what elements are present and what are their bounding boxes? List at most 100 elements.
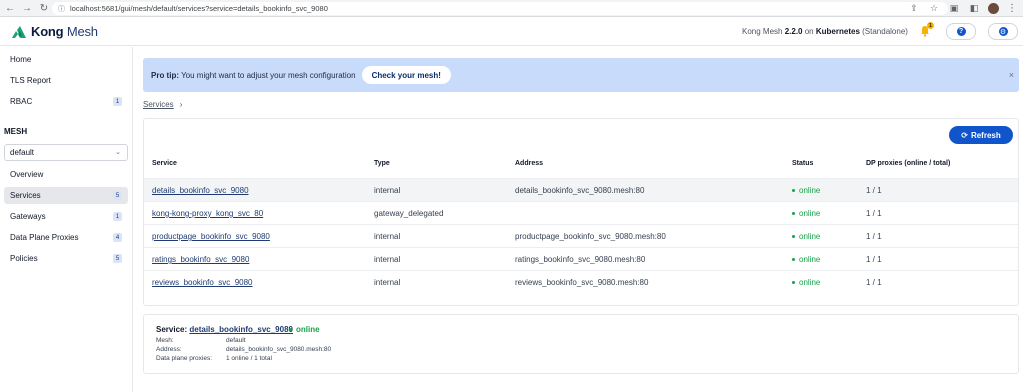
refresh-label: Refresh — [970, 130, 1001, 140]
sidebar: Home TLS Report RBAC 1 MESH default ⌄ Ov… — [0, 47, 133, 392]
detail-title-prefix: Service: — [156, 325, 188, 334]
detail-service-link[interactable]: details_bookinfo_svc_9080 — [189, 325, 293, 334]
service-link[interactable]: reviews_bookinfo_svc_9080 — [152, 278, 253, 287]
sidebar-item-label: Policies — [10, 254, 38, 263]
logo-light: Mesh — [66, 24, 98, 39]
app-header: Kong Mesh Kong Mesh 2.2.0 on Kubernetes … — [0, 17, 1023, 46]
detail-title: Service: details_bookinfo_svc_9080 — [156, 325, 293, 334]
status-text: online — [799, 278, 821, 287]
table-row[interactable]: productpage_bookinfo_svc_9080 internal p… — [144, 224, 1018, 247]
table-row[interactable]: kong-kong-proxy_kong_svc_80 gateway_dele… — [144, 201, 1018, 224]
help-icon: ? — [956, 27, 966, 36]
sidebar-item-services[interactable]: Services 5 — [4, 187, 128, 204]
sidebar-item-home[interactable]: Home — [4, 51, 128, 68]
status-dot-icon — [792, 258, 795, 262]
service-address: productpage_bookinfo_svc_9080.mesh:80 — [515, 232, 666, 241]
dp-proxies-count: 1 / 1 — [866, 209, 882, 218]
tip-prefix: Pro tip: — [151, 70, 179, 80]
kong-logo-icon — [12, 25, 26, 38]
sidebar-item-tls-report[interactable]: TLS Report — [4, 72, 128, 89]
site-info-icon[interactable]: ⓘ — [58, 4, 65, 14]
share-icon[interactable]: ⇪ — [908, 3, 920, 15]
column-header-dp-proxies[interactable]: DP proxies (online / total) — [866, 160, 950, 167]
column-header-type[interactable]: Type — [374, 160, 390, 167]
detail-mesh-value: default — [226, 337, 246, 344]
chevron-right-icon: › — [179, 100, 183, 109]
star-icon[interactable]: ☆ — [928, 3, 940, 15]
browser-toolbar: ← → ↻ ⓘ localhost:5681/gui/mesh/default/… — [0, 0, 1023, 17]
status-text: online — [799, 186, 821, 195]
status-online: online — [792, 278, 820, 287]
column-header-address[interactable]: Address — [515, 160, 543, 167]
table-row[interactable]: ratings_bookinfo_svc_9080 internal ratin… — [144, 247, 1018, 270]
service-address: ratings_bookinfo_svc_9080.mesh:80 — [515, 255, 646, 264]
kong-mesh-logo[interactable]: Kong Mesh — [11, 24, 98, 39]
sidebar-item-label: TLS Report — [10, 76, 51, 85]
status-online: online — [792, 255, 820, 264]
sidebar-item-rbac[interactable]: RBAC 1 — [4, 93, 128, 110]
arrow-right-icon[interactable]: → — [20, 1, 34, 15]
status-online: online — [792, 186, 820, 195]
url-text: localhost:5681/gui/mesh/default/services… — [70, 4, 328, 13]
status-dot-icon — [792, 189, 795, 193]
platform-name: Kubernetes — [815, 27, 860, 36]
status-dot-icon — [792, 281, 795, 285]
column-header-status[interactable]: Status — [792, 160, 813, 167]
mode-label: (Standalone) — [862, 27, 908, 36]
menu-kebab-icon[interactable]: ⋮ — [1007, 3, 1017, 14]
table-row[interactable]: reviews_bookinfo_svc_9080 internal revie… — [144, 270, 1018, 293]
service-detail-panel: Service: details_bookinfo_svc_9080 onlin… — [143, 314, 1019, 374]
sidebar-toggle-icon[interactable]: ◧ — [968, 3, 980, 15]
detail-status-text: online — [296, 325, 320, 334]
sidebar-item-label: Data Plane Proxies — [10, 233, 79, 242]
sidebar-item-overview[interactable]: Overview — [4, 166, 128, 183]
service-link[interactable]: productpage_bookinfo_svc_9080 — [152, 232, 270, 241]
sidebar-item-label: Services — [10, 191, 41, 200]
table-row[interactable]: details_bookinfo_svc_9080 internal detai… — [144, 178, 1018, 201]
sidebar-item-label: Gateways — [10, 212, 46, 221]
status-dot-icon — [289, 328, 292, 332]
help-button[interactable]: ? — [946, 23, 976, 40]
refresh-icon: ⟳ — [961, 130, 968, 140]
settings-button[interactable]: ⚙ — [988, 23, 1018, 40]
status-text: online — [799, 232, 821, 241]
address-bar[interactable]: ⓘ localhost:5681/gui/mesh/default/servic… — [52, 2, 948, 15]
refresh-button[interactable]: ⟳ Refresh — [949, 126, 1013, 144]
profile-avatar[interactable] — [988, 3, 999, 14]
sidebar-item-data-plane-proxies[interactable]: Data Plane Proxies 4 — [4, 229, 128, 246]
reload-icon[interactable]: ↻ — [37, 1, 51, 15]
count-badge: 1 — [113, 97, 122, 106]
close-icon[interactable]: × — [1009, 70, 1014, 80]
status-dot-icon — [792, 235, 795, 239]
status-text: online — [799, 255, 821, 264]
sidebar-item-label: RBAC — [10, 97, 33, 106]
service-type: internal — [374, 278, 401, 287]
arrow-left-icon[interactable]: ← — [3, 1, 17, 15]
version-prefix: Kong Mesh — [742, 27, 783, 36]
mesh-select[interactable]: default ⌄ — [4, 144, 128, 161]
status-dot-icon — [792, 212, 795, 216]
check-mesh-button[interactable]: Check your mesh! — [361, 66, 451, 84]
service-link[interactable]: ratings_bookinfo_svc_9080 — [152, 255, 249, 264]
sidebar-item-gateways[interactable]: Gateways 1 — [4, 208, 128, 225]
tip-text: You might want to adjust your mesh confi… — [181, 70, 356, 80]
service-address: reviews_bookinfo_svc_9080.mesh:80 — [515, 278, 649, 287]
count-badge: 5 — [113, 191, 122, 200]
service-address: details_bookinfo_svc_9080.mesh:80 — [515, 186, 645, 195]
service-type: internal — [374, 255, 401, 264]
services-table-card: ⟳ Refresh Service Type Address Status DP… — [143, 118, 1019, 306]
detail-address-value: details_bookinfo_svc_9080.mesh:80 — [226, 346, 332, 353]
dp-proxies-count: 1 / 1 — [866, 186, 882, 195]
chevron-down-icon: ⌄ — [115, 149, 121, 156]
column-header-service[interactable]: Service — [152, 160, 177, 167]
logo-bold: Kong — [31, 24, 64, 39]
service-link[interactable]: details_bookinfo_svc_9080 — [152, 186, 249, 195]
dp-proxies-count: 1 / 1 — [866, 232, 882, 241]
service-link[interactable]: kong-kong-proxy_kong_svc_80 — [152, 209, 263, 218]
sidebar-item-policies[interactable]: Policies 5 — [4, 250, 128, 267]
notification-count: 1 — [927, 22, 934, 29]
breadcrumb-services[interactable]: Services — [143, 100, 174, 109]
detail-address-label: Address: — [156, 346, 182, 353]
status-online: online — [792, 232, 820, 241]
extensions-icon[interactable]: ▣ — [948, 3, 960, 15]
